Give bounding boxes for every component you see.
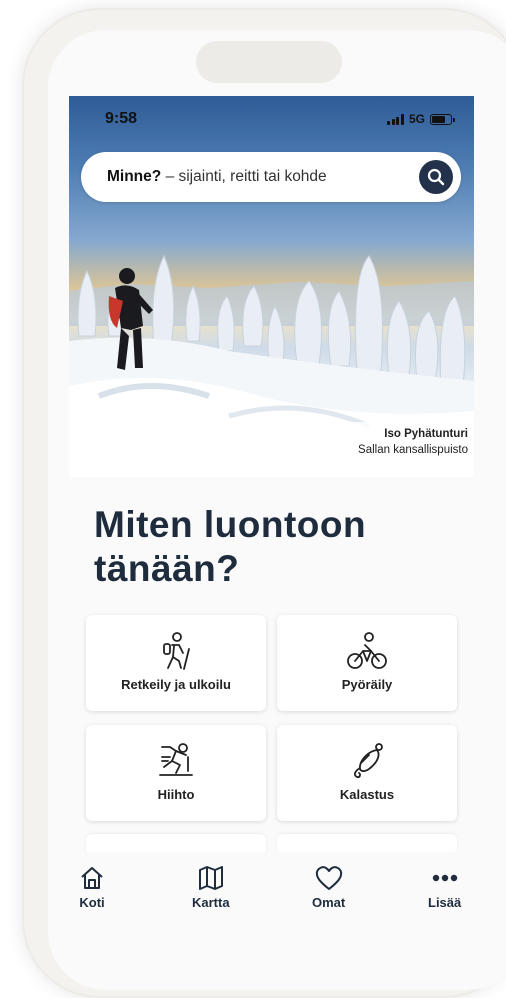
photo-caption: Iso Pyhätunturi Sallan kansallispuisto <box>352 422 474 462</box>
hero-image: 9:58 5G Minne? – sijainti, reitti tai ko… <box>69 96 474 477</box>
skier-icon <box>159 743 193 776</box>
battery-icon <box>430 113 455 125</box>
activity-card-partial[interactable] <box>277 834 457 854</box>
more-icon <box>432 874 457 882</box>
title-line-2: tänään? <box>94 548 240 589</box>
heart-icon <box>315 866 342 890</box>
search-placeholder: Minne? – sijainti, reitti tai kohde <box>107 168 327 186</box>
activity-card-partial[interactable] <box>86 834 266 854</box>
signal-icon <box>387 113 404 125</box>
nav-home[interactable]: Koti <box>78 864 106 910</box>
caption-location: Iso Pyhätunturi <box>384 428 468 440</box>
nav-label: Omat <box>312 895 346 910</box>
activity-card-hiking[interactable]: Retkeily ja ulkoilu <box>86 615 266 711</box>
dynamic-island <box>196 41 342 83</box>
nav-map[interactable]: Kartta <box>192 864 230 910</box>
nav-more[interactable]: Lisää <box>428 864 461 910</box>
search-bar[interactable]: Minne? – sijainti, reitti tai kohde <box>81 152 461 202</box>
page-title: Miten luontoon tänään? <box>94 503 414 591</box>
nav-label: Kartta <box>192 895 230 910</box>
status-time: 9:58 <box>105 110 138 127</box>
title-line-1: Miten luontoon <box>94 504 367 545</box>
network-type: 5G <box>408 112 425 126</box>
nav-favorites[interactable]: Omat <box>312 864 345 910</box>
activity-label: Kalastus <box>339 787 395 802</box>
activity-card-skiing[interactable]: Hiihto <box>86 725 266 821</box>
activity-label: Hiihto <box>157 787 195 802</box>
activity-card-fishing[interactable]: Kalastus <box>277 725 457 821</box>
search-hint: – sijainti, reitti tai kohde <box>165 168 327 185</box>
home-icon <box>81 867 103 889</box>
fishing-lure-icon <box>353 743 383 779</box>
cyclist-icon <box>347 632 387 669</box>
activity-card-cycling[interactable]: Pyöräily <box>277 615 457 711</box>
activity-label: Retkeily ja ulkoilu <box>121 677 231 692</box>
search-icon <box>427 168 445 186</box>
caption-park: Sallan kansallispuisto <box>358 444 468 456</box>
map-icon <box>198 866 223 890</box>
nav-label: Lisää <box>428 895 462 910</box>
search-button[interactable] <box>419 160 453 194</box>
activity-label: Pyöräily <box>341 677 393 692</box>
nav-label: Koti <box>79 895 105 910</box>
search-label: Minne? <box>107 168 162 185</box>
bottom-navigation: Koti Kartta Omat Lisää <box>62 852 482 932</box>
status-indicators: 5G <box>387 112 455 126</box>
hiker-icon <box>163 632 190 670</box>
